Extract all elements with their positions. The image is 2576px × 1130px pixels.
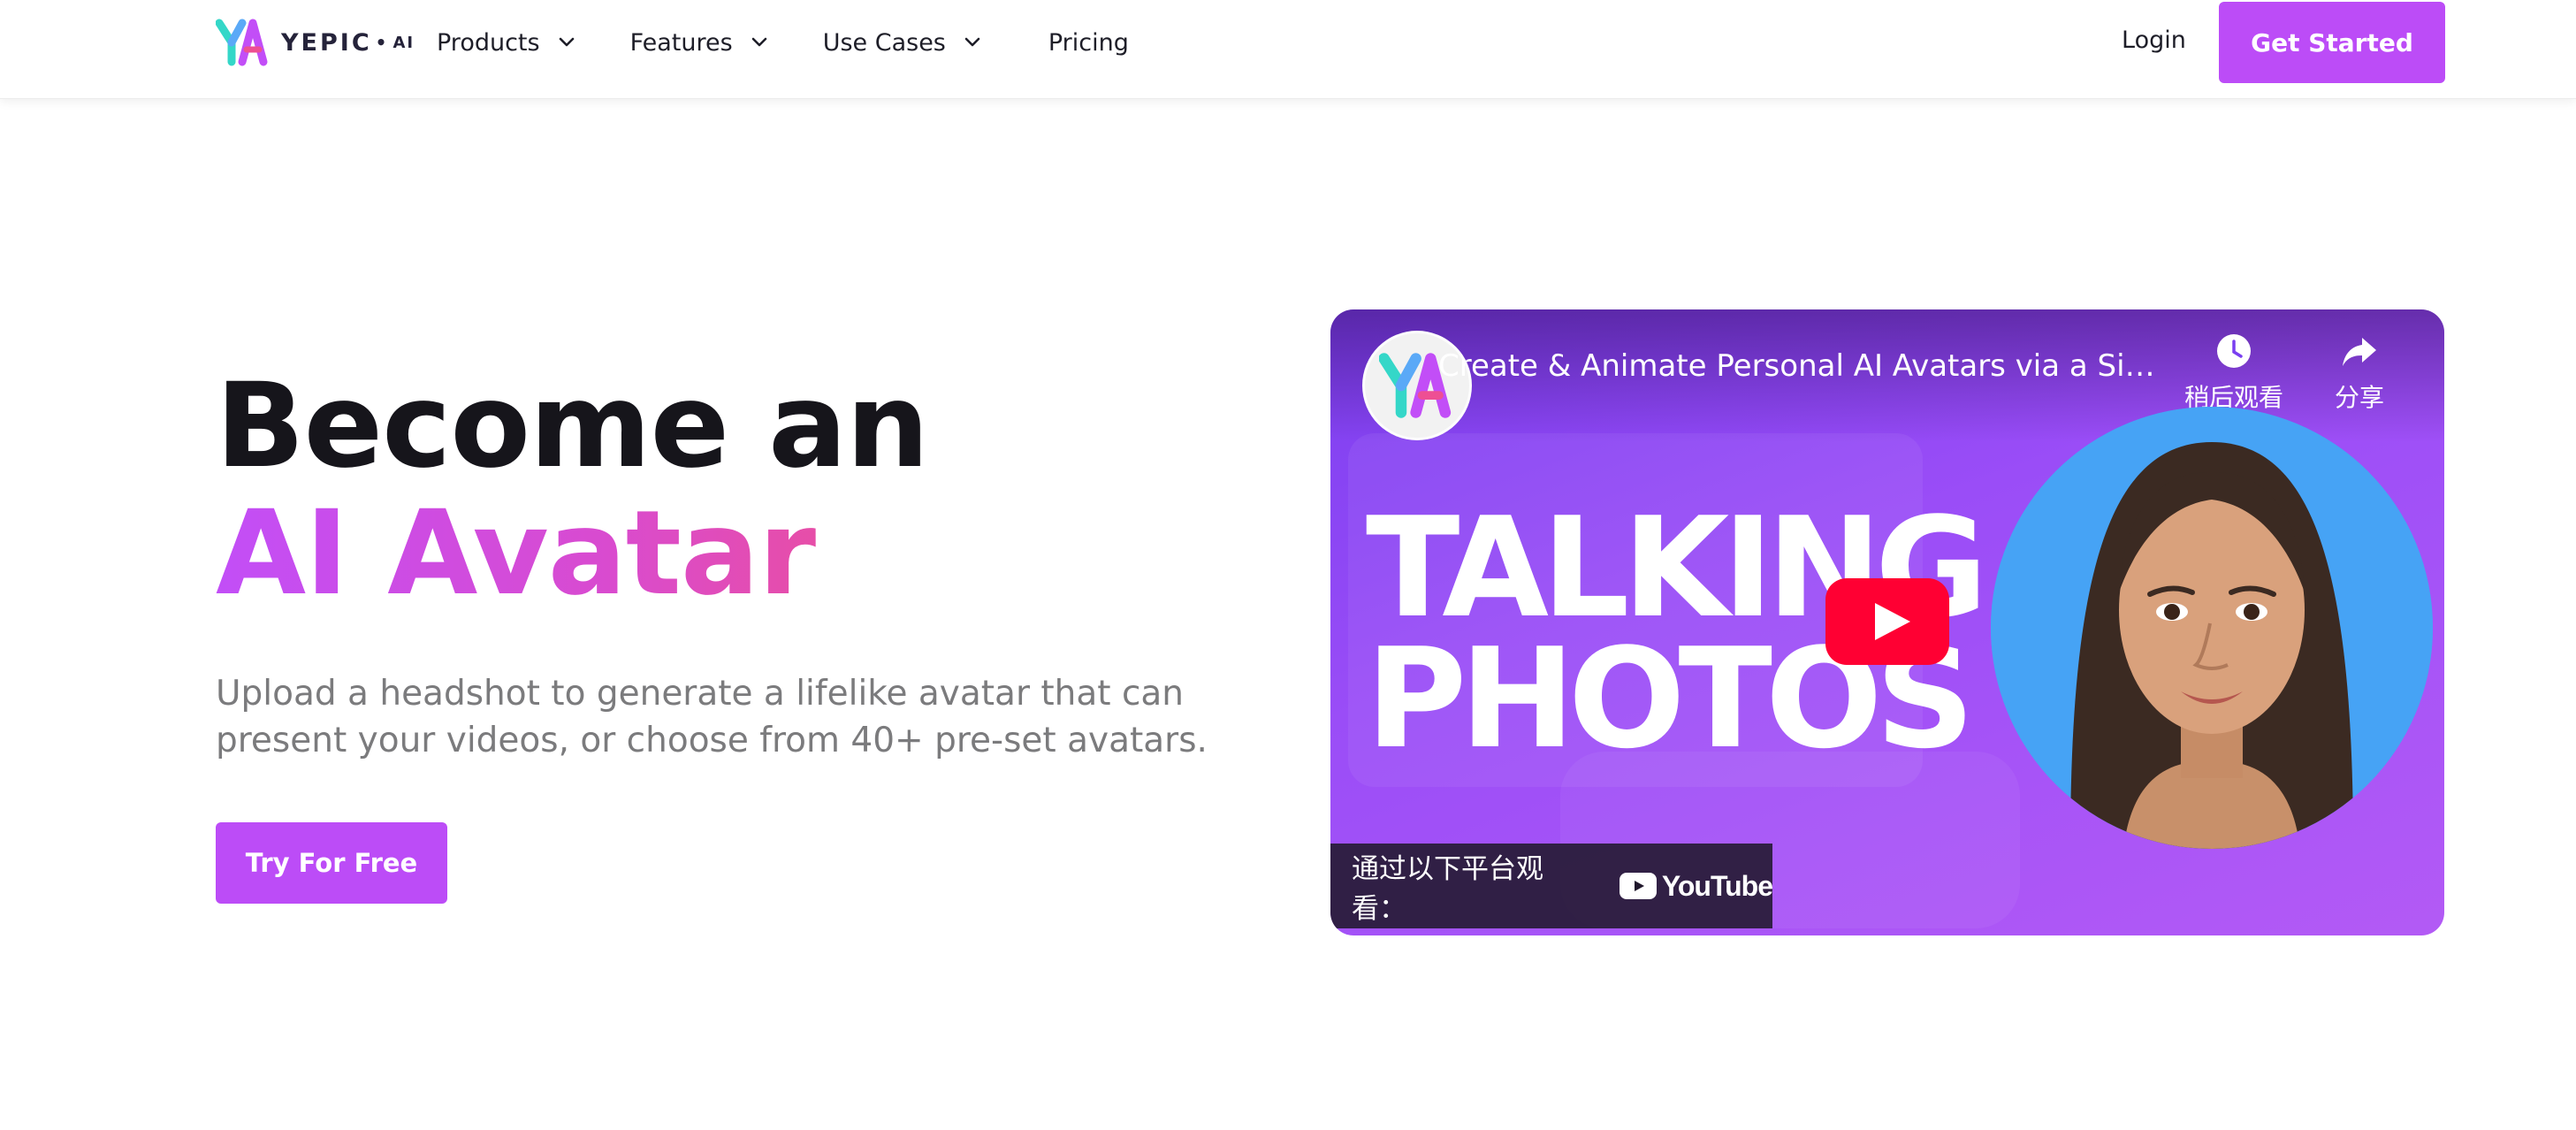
- yepic-logo-icon: [216, 19, 268, 66]
- nav-label-pricing: Pricing: [1048, 28, 1129, 57]
- get-started-button[interactable]: Get Started: [2219, 2, 2445, 83]
- youtube-logo: YouTube: [1619, 869, 1773, 903]
- site-header: YEPIC • AI Products Features Use Cases P…: [0, 0, 2576, 99]
- nav-item-pricing[interactable]: Pricing: [1048, 29, 1129, 57]
- nav-label-use-cases: Use Cases: [822, 28, 946, 57]
- youtube-wordmark: YouTube: [1661, 869, 1773, 902]
- watch-later-button[interactable]: 稍后观看: [2184, 331, 2283, 414]
- hero-title-accent: AI Avatar: [216, 490, 928, 617]
- logo-wordmark: YEPIC: [281, 28, 372, 57]
- share-icon: [2343, 338, 2376, 366]
- logo-suffix: AI: [392, 33, 415, 52]
- logo-text: YEPIC • AI: [281, 29, 415, 57]
- nav-item-features[interactable]: Features: [630, 29, 770, 57]
- nav-item-use-cases[interactable]: Use Cases: [823, 29, 983, 57]
- logo-dot: •: [375, 32, 390, 53]
- play-button-icon[interactable]: [1825, 578, 1949, 665]
- video-embed[interactable]: Create & Animate Personal AI Avatars via…: [1330, 309, 2444, 935]
- hero-title-line1: Become an: [216, 358, 929, 494]
- clock-icon: [2217, 334, 2251, 368]
- video-title[interactable]: Create & Animate Personal AI Avatars via…: [1438, 348, 2163, 384]
- nav-label-features: Features: [629, 28, 733, 57]
- hero-subtitle: Upload a headshot to generate a lifelike…: [216, 674, 1208, 760]
- logo[interactable]: YEPIC • AI: [216, 18, 415, 67]
- watch-on-youtube-bar[interactable]: 通过以下平台观看： YouTube: [1330, 844, 1773, 928]
- youtube-icon: [1619, 873, 1657, 899]
- try-for-free-button[interactable]: Try For Free: [216, 822, 447, 904]
- watch-on-label: 通过以下平台观看：: [1352, 853, 1543, 925]
- channel-avatar[interactable]: [1362, 331, 1472, 440]
- nav-item-products[interactable]: Products: [437, 29, 577, 57]
- chevron-down-icon: [964, 37, 980, 47]
- portrait-illustration: [1991, 407, 2433, 849]
- hero-title: Become an AI Avatar: [216, 363, 929, 617]
- main-nav: Products Features Use Cases Pricing: [437, 0, 1129, 85]
- nav-label-products: Products: [437, 28, 540, 57]
- share-button[interactable]: 分享: [2335, 331, 2384, 414]
- share-label: 分享: [2335, 383, 2385, 412]
- chevron-down-icon: [559, 37, 574, 47]
- avatar-portrait: [1991, 407, 2433, 849]
- login-link[interactable]: Login: [2122, 27, 2186, 54]
- chevron-down-icon: [751, 37, 767, 47]
